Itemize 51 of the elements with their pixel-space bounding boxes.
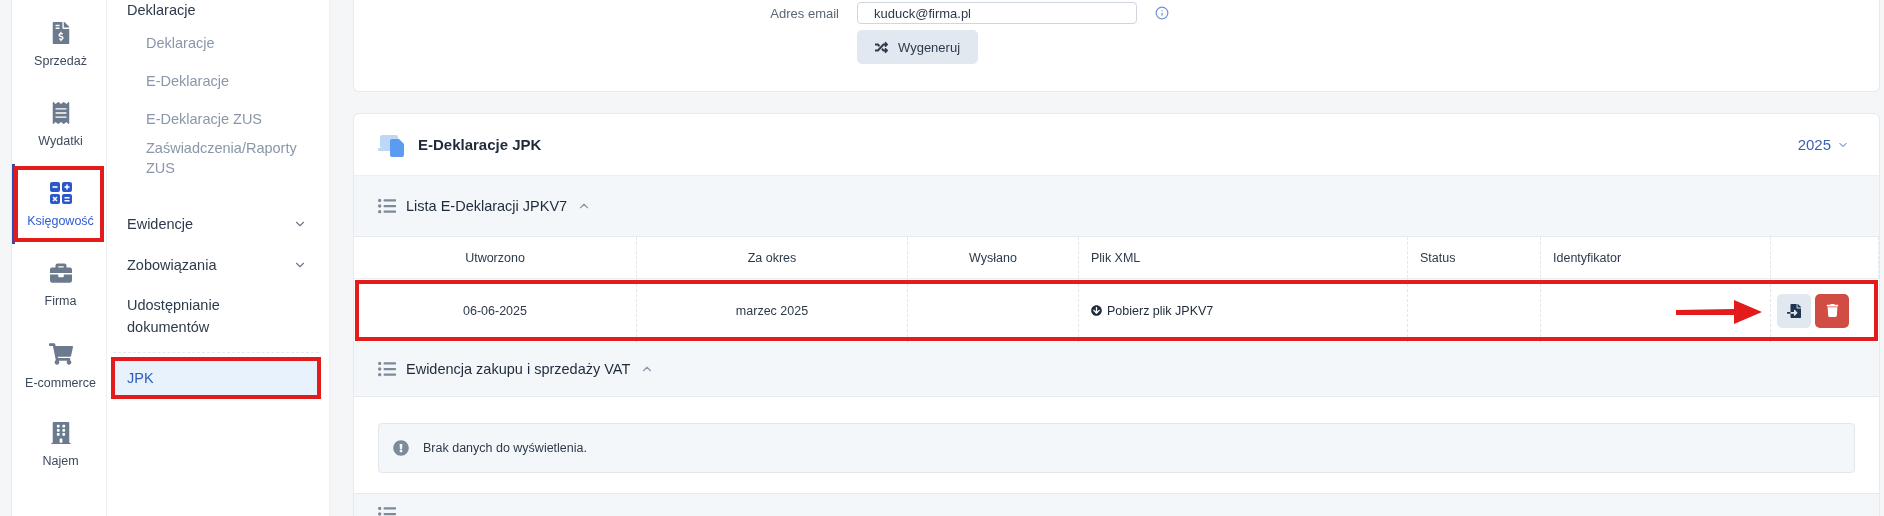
subsection-title: Ewidencja zakupu i sprzedaży VAT: [406, 361, 631, 377]
nav-item[interactable]: Najem: [12, 404, 106, 484]
column-header: Wysłano: [908, 237, 1079, 278]
menu-group-label: Ewidencje: [127, 216, 194, 232]
briefcase-icon: [49, 262, 72, 284]
table-cell: 06-06-2025: [463, 303, 527, 318]
menu-group-label: Zobowiązania: [127, 257, 217, 273]
nav-label: Sprzedaż: [34, 54, 87, 68]
nav-label: Wydatki: [38, 134, 83, 148]
nav-label: Firma: [44, 294, 77, 308]
menu-link[interactable]: JPK: [113, 359, 319, 397]
building-icon: [49, 422, 72, 444]
trash-icon: [1825, 304, 1839, 317]
cart-icon: [48, 342, 73, 366]
email-field[interactable]: kuduck@firma.pl: [857, 2, 1137, 24]
menu-group[interactable]: Ewidencje: [113, 204, 319, 244]
nav-item[interactable]: Księgowość: [12, 164, 106, 244]
file-import-icon: [1787, 303, 1801, 318]
generate-button[interactable]: Wygeneruj: [857, 30, 979, 64]
download-icon: [1091, 305, 1102, 316]
nav-label: Księgowość: [27, 214, 94, 228]
nav-item[interactable]: Sprzedaż: [12, 4, 106, 84]
import-file-button[interactable]: [1777, 293, 1811, 328]
table-cell: marzec 2025: [735, 303, 809, 318]
list-icon: [378, 197, 396, 215]
column-header: Plik XML: [1079, 237, 1408, 278]
menu-group[interactable]: Deklaracje: [113, 0, 319, 20]
info-icon[interactable]: [1155, 6, 1169, 20]
field-label: Adres email: [770, 5, 839, 21]
nav-item[interactable]: Wydatki: [12, 84, 106, 164]
menu-group-label: Deklaracje: [127, 2, 196, 18]
shuffle-icon: [875, 40, 888, 54]
delete-button[interactable]: [1815, 293, 1849, 328]
menu-group[interactable]: Zobowiązania: [113, 245, 319, 285]
calculator-icon: [49, 182, 72, 204]
nav-label: E-commerce: [25, 376, 96, 390]
list-icon: [378, 360, 396, 378]
column-header: Identyfikator: [1541, 237, 1771, 278]
year-dropdown[interactable]: 2025: [1791, 135, 1855, 154]
column-header: Za okres: [637, 237, 908, 278]
nav-label: Najem: [42, 454, 79, 468]
download-link[interactable]: Pobierz plik JPKV7: [1091, 303, 1214, 318]
menu-link[interactable]: Udostępnianie dokumentów: [113, 286, 319, 346]
nav-item[interactable]: E-commerce: [12, 324, 106, 404]
alert-icon: [393, 440, 409, 456]
empty-message-text: Brak danych do wyświetlenia.: [423, 441, 587, 455]
column-header: Utworzono: [354, 237, 637, 278]
nav-item[interactable]: Firma: [12, 244, 106, 324]
subsection-title: Lista E-Deklaracji JPKV7: [406, 198, 568, 214]
section-title: E-Deklaracje JPK: [418, 136, 542, 153]
column-header: Status: [1408, 237, 1541, 278]
